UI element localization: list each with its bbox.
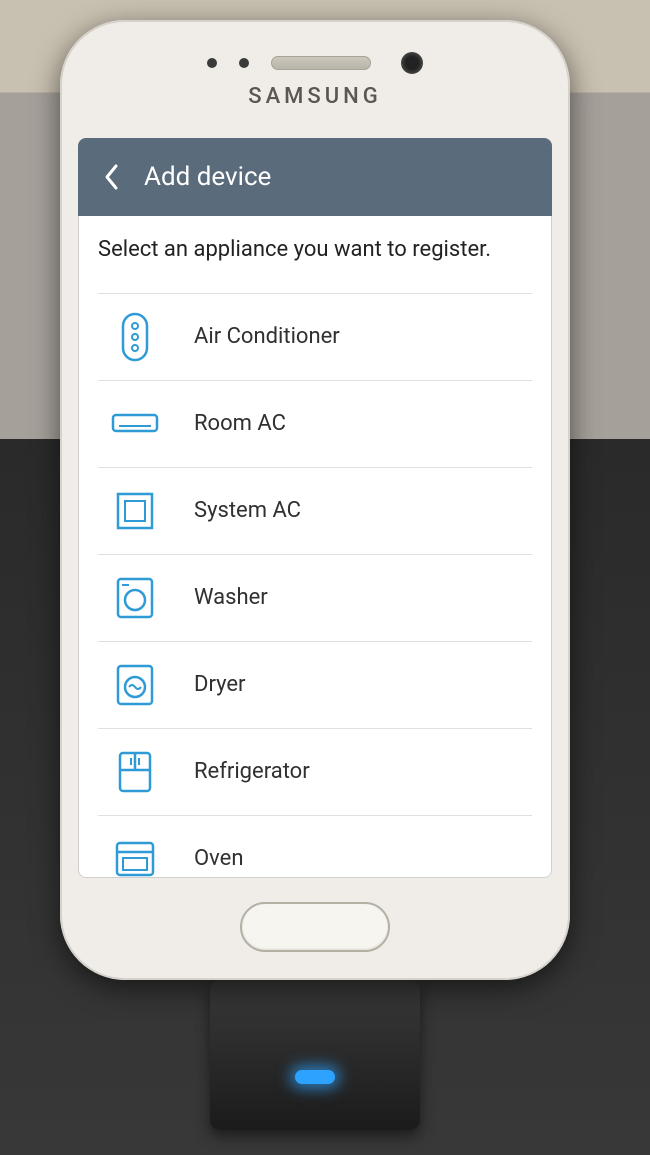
- back-button[interactable]: [96, 162, 126, 192]
- oven-icon: [110, 834, 160, 878]
- appliance-label: Oven: [194, 846, 243, 871]
- titlebar: Add device: [78, 138, 552, 216]
- stand-led: [295, 1070, 335, 1084]
- appliance-label: Room AC: [194, 411, 286, 436]
- content-area: Select an appliance you want to register…: [78, 216, 552, 878]
- appliance-item-refrigerator[interactable]: Refrigerator: [98, 728, 532, 815]
- home-button[interactable]: [240, 902, 390, 952]
- appliance-item-oven[interactable]: Oven: [98, 815, 532, 878]
- room-ac-icon: [110, 399, 160, 449]
- front-camera: [401, 52, 423, 74]
- sensor-row: [207, 52, 423, 74]
- appliance-item-air-conditioner[interactable]: Air Conditioner: [98, 293, 532, 380]
- refrigerator-icon: [110, 747, 160, 797]
- chevron-left-icon: [103, 163, 119, 191]
- appliance-label: Washer: [194, 585, 268, 610]
- phone-frame: SAMSUNG Add device Select an appliance y…: [60, 20, 570, 980]
- appliance-label: Dryer: [194, 672, 245, 697]
- appliance-item-system-ac[interactable]: System AC: [98, 467, 532, 554]
- phone-top-bezel: SAMSUNG: [60, 20, 570, 140]
- appliance-label: Refrigerator: [194, 759, 310, 784]
- appliance-item-room-ac[interactable]: Room AC: [98, 380, 532, 467]
- instruction-text: Select an appliance you want to register…: [98, 236, 532, 265]
- sensor-dot: [207, 58, 217, 68]
- display-stand: [210, 980, 420, 1130]
- dryer-icon: [110, 660, 160, 710]
- washer-icon: [110, 573, 160, 623]
- page-title: Add device: [144, 162, 271, 192]
- sensor-dot: [239, 58, 249, 68]
- appliance-item-washer[interactable]: Washer: [98, 554, 532, 641]
- appliance-label: Air Conditioner: [194, 324, 340, 349]
- appliance-label: System AC: [194, 498, 301, 523]
- ac-remote-icon: [110, 312, 160, 362]
- system-ac-icon: [110, 486, 160, 536]
- screen: Add device Select an appliance you want …: [78, 138, 552, 878]
- earpiece-speaker: [271, 56, 371, 70]
- phone-brand-label: SAMSUNG: [248, 84, 381, 109]
- appliance-item-dryer[interactable]: Dryer: [98, 641, 532, 728]
